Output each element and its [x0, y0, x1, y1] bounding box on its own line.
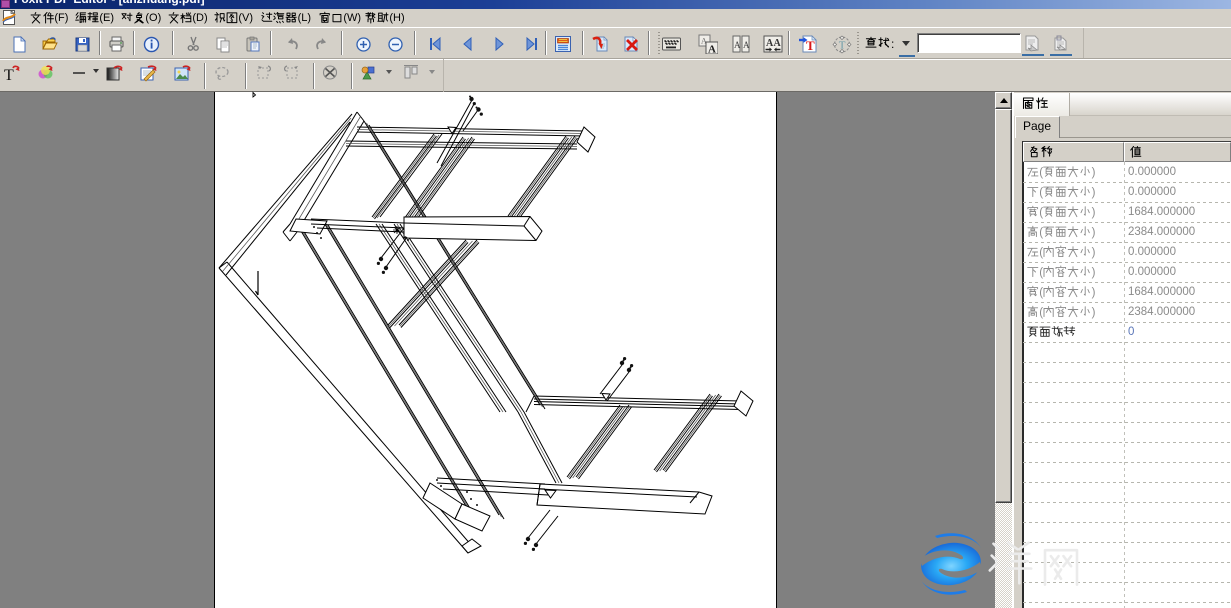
- svg-text:(: (: [1039, 207, 1043, 219]
- svg-text:): ): [1092, 287, 1096, 299]
- svg-text:(: (: [1039, 167, 1043, 179]
- svg-text:(: (: [1039, 187, 1043, 199]
- svg-text:(: (: [1039, 267, 1043, 279]
- svg-text:): ): [1092, 207, 1096, 219]
- svg-text:(: (: [1039, 287, 1043, 299]
- svg-text:): ): [1092, 187, 1096, 199]
- svg-text:(: (: [1039, 247, 1043, 259]
- svg-text:): ): [1092, 167, 1096, 179]
- svg-text:): ): [1092, 247, 1096, 259]
- svg-text:(: (: [1039, 227, 1043, 239]
- svg-text:): ): [1092, 307, 1096, 319]
- svg-text:(: (: [1039, 307, 1043, 319]
- svg-text:): ): [1092, 267, 1096, 279]
- svg-text:): ): [1092, 227, 1096, 239]
